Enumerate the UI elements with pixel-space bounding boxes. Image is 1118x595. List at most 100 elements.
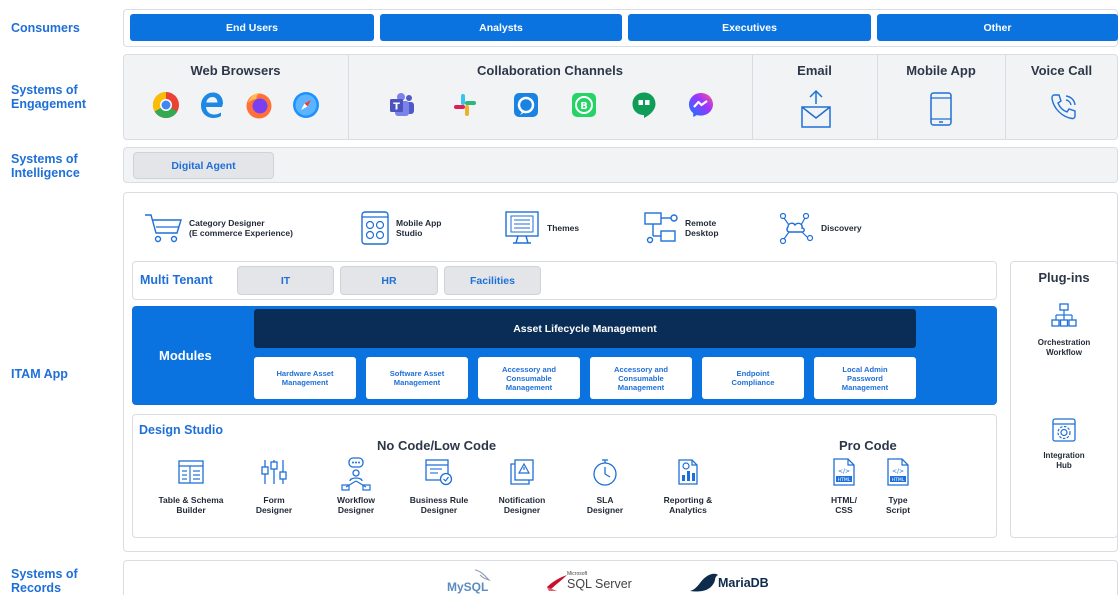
label-systems-of-intelligence: Systems of Intelligence	[11, 152, 80, 180]
label-itam-app: ITAM App	[11, 367, 68, 381]
email-title: Email	[797, 63, 832, 78]
seal-icon	[690, 573, 718, 592]
remote-desktop-tool[interactable]: Remote Desktop	[643, 210, 719, 246]
report-icon	[678, 459, 698, 485]
sla-designer-tool[interactable]: SLA Designer	[565, 457, 645, 515]
integration-hub-icon	[1052, 418, 1076, 442]
label-systems-of-engagement: Systems of Engagement	[11, 83, 87, 111]
asset-lifecycle-management-bar[interactable]: Asset Lifecycle Management	[254, 309, 916, 348]
typescript-tool[interactable]: </> HTML Type Script	[858, 457, 938, 515]
remote-desktop-label: Remote Desktop	[685, 218, 719, 238]
slack-icon[interactable]	[451, 91, 479, 119]
html-tag-text: HTML	[838, 477, 851, 483]
pro-code-title: Pro Code	[839, 438, 897, 453]
svg-text:</>: </>	[838, 468, 850, 475]
reporting-analytics-tool[interactable]: Reporting & Analytics	[648, 457, 728, 515]
collaboration-channels-group: Collaboration Channels T B	[348, 55, 752, 139]
phone-call-icon[interactable]	[1048, 91, 1080, 123]
safari-icon[interactable]	[292, 91, 320, 119]
digital-agent-chip[interactable]: Digital Agent	[133, 152, 274, 179]
shopping-cart-icon	[145, 214, 182, 243]
consumer-analysts-button[interactable]: Analysts	[380, 14, 622, 41]
mobile-app-group: Mobile App	[877, 55, 1005, 139]
mariadb-logo: MariaDB	[688, 569, 788, 595]
tenant-hr-chip[interactable]: HR	[340, 266, 438, 295]
discovery-tool[interactable]: Discovery	[779, 210, 862, 246]
email-group: Email	[752, 55, 877, 139]
themes-label: Themes	[547, 223, 580, 233]
business-rule-designer-tool[interactable]: Business Rule Designer	[399, 457, 479, 515]
module-accessory-consumable-management[interactable]: Accessory and Consumable Management	[590, 357, 692, 399]
consumer-end-users-button[interactable]: End Users	[130, 14, 374, 41]
whatsapp-business-icon[interactable]: B	[570, 91, 598, 119]
mariadb-text: MariaDB	[718, 576, 769, 590]
firefox-icon[interactable]	[245, 91, 273, 119]
orchestration-icon	[1051, 303, 1077, 327]
module-hardware-asset-management[interactable]: Hardware Asset Management	[254, 357, 356, 399]
business-rule-designer-label: Business Rule Designer	[409, 495, 469, 515]
modules-title: Modules	[159, 348, 212, 363]
typescript-file-icon: </> HTML	[887, 458, 909, 486]
discovery-network-icon	[779, 212, 814, 245]
tenant-facilities-chip[interactable]: Facilities	[444, 266, 541, 295]
notification-designer-tool[interactable]: Notification Designer	[482, 457, 562, 515]
webex-chat-icon[interactable]	[512, 91, 540, 119]
email-icon[interactable]	[799, 89, 833, 129]
messenger-icon[interactable]	[687, 91, 715, 119]
reporting-analytics-label: Reporting & Analytics	[663, 495, 713, 515]
no-code-low-code-title: No Code/Low Code	[377, 438, 497, 453]
category-designer-tool[interactable]: Category Designer (E commerce Experience…	[143, 210, 293, 246]
integration-hub-plugin[interactable]: Integration Hub	[1010, 417, 1118, 471]
label-systems-of-records: Systems of Records	[11, 567, 78, 595]
form-sliders-icon	[261, 460, 287, 484]
workflow-designer-label: Workflow Designer	[336, 495, 376, 515]
remote-desktop-icon	[644, 212, 678, 244]
category-designer-label: Category Designer (E commerce Experience…	[189, 218, 293, 238]
stopwatch-icon	[593, 459, 617, 486]
module-accessory-consumable-management[interactable]: Accessory and Consumable Management	[478, 357, 580, 399]
notification-designer-label: Notification Designer	[498, 495, 546, 515]
sqlserver-logo: Microsoft SQL Server	[545, 569, 645, 595]
edge-icon[interactable]	[198, 91, 226, 119]
notification-icon	[510, 459, 534, 485]
consumer-other-button[interactable]: Other	[877, 14, 1118, 41]
voice-call-title: Voice Call	[1030, 63, 1093, 78]
teams-icon[interactable]: T	[388, 91, 416, 119]
html-file-icon: </> HTML	[833, 458, 855, 486]
form-designer-tool[interactable]: Form Designer	[234, 457, 314, 515]
workflow-icon	[341, 457, 371, 491]
mobile-app-studio-tool[interactable]: Mobile App Studio	[360, 210, 441, 246]
module-endpoint-compliance[interactable]: Endpoint Compliance	[702, 357, 804, 399]
hangouts-icon[interactable]	[630, 91, 658, 119]
orchestration-workflow-label: Orchestration Workflow	[1037, 338, 1091, 357]
sqlserver-icon	[547, 575, 567, 591]
consumer-executives-button[interactable]: Executives	[628, 14, 871, 41]
table-schema-icon	[178, 460, 204, 484]
typescript-label: Type Script	[885, 495, 911, 515]
workflow-designer-tool[interactable]: Workflow Designer	[316, 457, 396, 515]
svg-text:</>: </>	[892, 468, 904, 475]
multi-tenant-title: Multi Tenant	[140, 273, 213, 287]
chrome-icon[interactable]	[152, 91, 180, 119]
module-software-asset-management[interactable]: Software Asset Management	[366, 357, 468, 399]
module-local-admin-password-management[interactable]: Local Admin Password Management	[814, 357, 916, 399]
svg-text:B: B	[580, 101, 588, 112]
sla-designer-label: SLA Designer	[586, 495, 624, 515]
label-consumers: Consumers	[11, 21, 80, 35]
plugins-title: Plug-ins	[1038, 270, 1090, 285]
orchestration-workflow-plugin[interactable]: Orchestration Workflow	[1010, 302, 1118, 358]
themes-tool[interactable]: Themes	[503, 210, 579, 246]
mobile-studio-icon	[361, 211, 389, 245]
mobile-app-studio-label: Mobile App Studio	[396, 218, 442, 238]
business-rule-icon	[425, 459, 453, 486]
web-browsers-title: Web Browsers	[190, 63, 281, 78]
discovery-label: Discovery	[821, 223, 862, 233]
monitor-icon	[505, 211, 539, 244]
collaboration-channels-title: Collaboration Channels	[477, 63, 623, 78]
mobile-app-title: Mobile App	[906, 63, 976, 78]
web-browsers-group: Web Browsers	[123, 55, 348, 139]
mobile-phone-icon[interactable]	[929, 91, 953, 127]
tenant-it-chip[interactable]: IT	[237, 266, 334, 295]
table-schema-builder-tool[interactable]: Table & Schema Builder	[151, 457, 231, 515]
mysql-logo: MySQL	[447, 568, 507, 594]
